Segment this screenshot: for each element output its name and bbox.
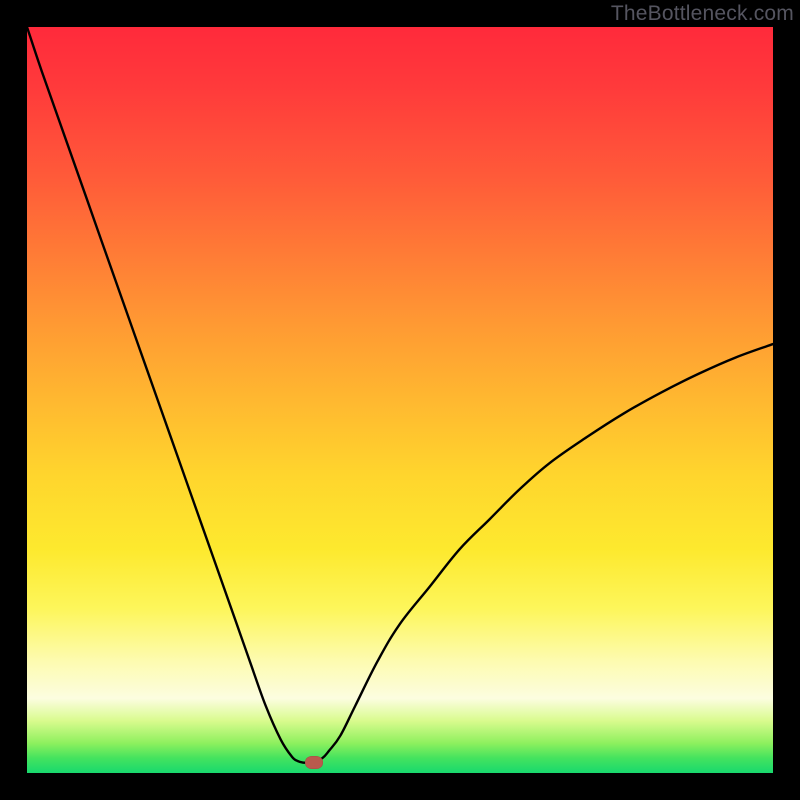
bottleneck-curve bbox=[27, 27, 773, 773]
plot-area bbox=[27, 27, 773, 773]
chart-frame: TheBottleneck.com bbox=[0, 0, 800, 800]
minimum-marker bbox=[305, 756, 323, 769]
watermark-label: TheBottleneck.com bbox=[611, 2, 794, 26]
